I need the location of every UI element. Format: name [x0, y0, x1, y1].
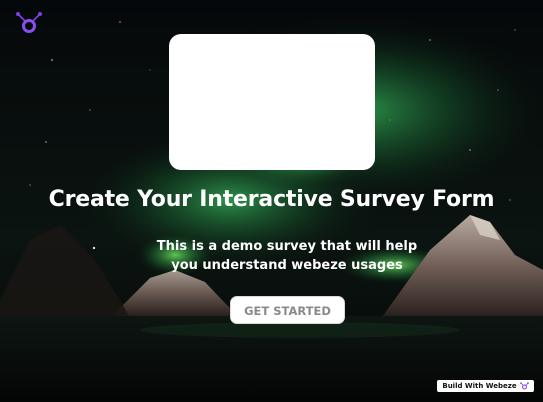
- page-title: Create Your Interactive Survey Form: [48, 187, 495, 212]
- build-with-webeze-badge[interactable]: Build With Webeze: [437, 380, 534, 392]
- badge-label: Build With Webeze: [442, 382, 517, 390]
- page-subtitle: This is a demo survey that will help you…: [156, 239, 418, 273]
- hero-media-placeholder: [169, 34, 375, 170]
- get-started-button[interactable]: GET STARTED: [230, 296, 345, 324]
- webeze-logo-icon: [519, 382, 529, 390]
- webeze-logo-icon[interactable]: [15, 11, 43, 35]
